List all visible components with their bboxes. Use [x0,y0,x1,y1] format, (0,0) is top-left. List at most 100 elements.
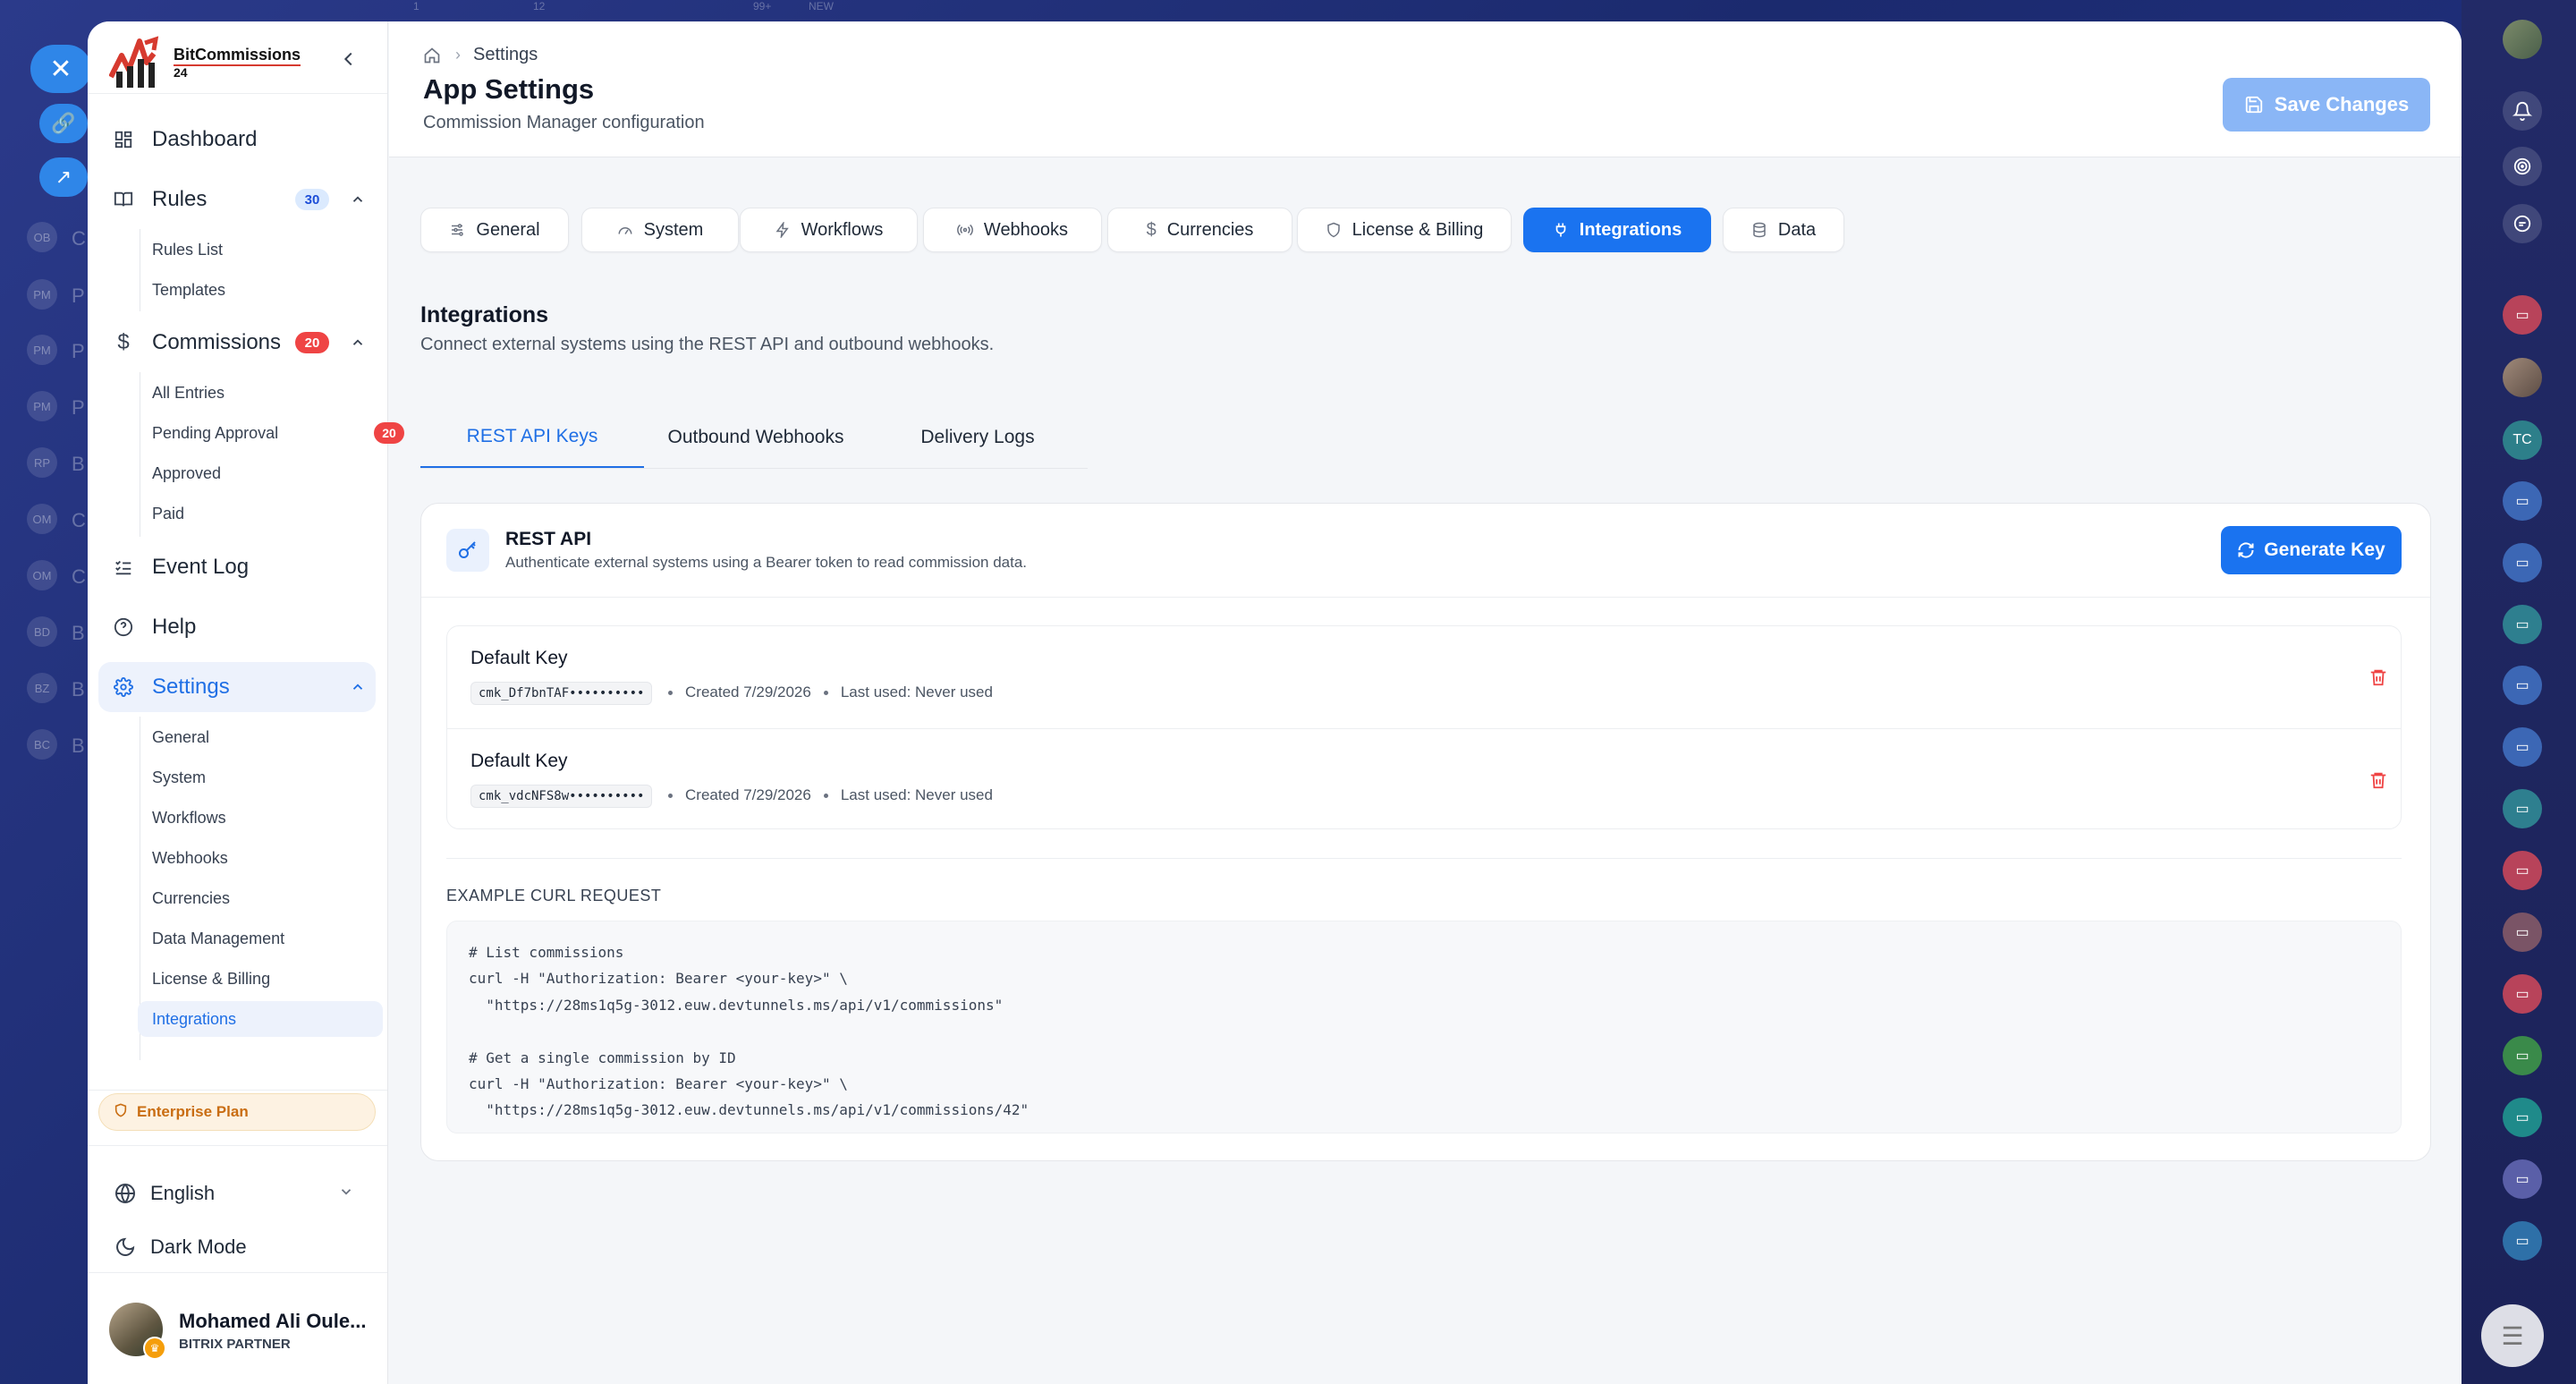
sub-pending-approval[interactable]: Pending Approval 20 [138,415,404,451]
chevron-right-icon: › [455,46,461,64]
bg-avatar: PM P [27,335,85,365]
dot-separator [823,793,828,798]
link-icon[interactable]: 🔗 [39,104,88,143]
video-icon[interactable]: ▭ [2503,974,2542,1014]
user-profile[interactable]: ♛ Mohamed Ali Oule... BITRIX PARTNER [109,1299,377,1362]
chat-icon[interactable] [2503,204,2542,243]
key-code[interactable]: cmk_vdcNFS8w•••••••••• [470,785,653,808]
chevron-up-icon[interactable] [347,676,369,698]
video-icon[interactable]: ▭ [2503,913,2542,952]
sub-workflows[interactable]: Workflows [138,800,383,836]
nav-help[interactable]: Help [98,602,376,652]
tab-currencies[interactable]: $ Currencies [1107,208,1292,252]
nav-label: Rules [152,187,208,211]
video-icon[interactable]: ▭ [2503,851,2542,890]
sidebar: BitCommissions 24 Dashboard Rules 30 Rul… [88,21,404,1384]
key-code[interactable]: cmk_Df7bnTAF•••••••••• [470,682,653,705]
nav-settings[interactable]: Settings [98,662,376,712]
sub-currencies[interactable]: Currencies [138,880,383,916]
generate-key-button[interactable]: Generate Key [2221,526,2402,574]
video-icon[interactable]: ▭ [2503,605,2542,644]
video-icon[interactable]: ▭ [2503,481,2542,521]
plan-badge[interactable]: Enterprise Plan [98,1093,376,1131]
video-icon[interactable]: ▭ [2503,1036,2542,1075]
sub-paid[interactable]: Paid [138,496,383,531]
sub-all-entries[interactable]: All Entries [138,375,383,411]
right-rail: ▭ TC ▭ ▭ ▭ ▭ ▭ ▭ ▭ ▭ ▭ ▭ ▭ ▭ ▭ [2462,0,2576,1384]
nav-commissions[interactable]: $ Commissions 20 [98,318,376,368]
breadcrumb-current: Settings [473,45,538,64]
nav-dashboard[interactable]: Dashboard [98,115,376,165]
example-code-block[interactable]: # List commissions curl -H "Authorizatio… [446,921,2402,1134]
subtab-rest-api-keys[interactable]: REST API Keys [420,406,644,469]
globe-icon [113,1183,138,1204]
chevron-up-icon[interactable] [347,332,369,353]
dark-mode-toggle[interactable]: Dark Mode [113,1229,372,1265]
tab-webhooks[interactable]: Webhooks [923,208,1102,252]
tab-data[interactable]: Data [1723,208,1844,252]
video-icon[interactable]: ▭ [2503,1159,2542,1199]
sub-templates[interactable]: Templates [138,272,383,308]
video-icon[interactable]: ▭ [2503,543,2542,582]
contact-avatar-tc[interactable]: TC [2503,420,2542,460]
crown-icon: ♛ [143,1337,166,1360]
key-meta: Created 7/29/2026 Last used: Never used [656,786,993,804]
key-last-used: Last used: Never used [840,786,993,803]
save-changes-button[interactable]: Save Changes [2223,78,2430,132]
target-icon[interactable] [2503,147,2542,186]
bg-avatar: PM P [27,391,85,421]
sub-license-billing[interactable]: License & Billing [138,961,383,997]
video-icon[interactable]: ▭ [2503,1098,2542,1137]
sub-rules-list[interactable]: Rules List [138,232,383,267]
sub-system[interactable]: System [138,760,383,795]
logo-icon [108,36,172,89]
subtab-delivery-logs[interactable]: Delivery Logs [868,406,1088,469]
save-label: Save Changes [2274,93,2410,115]
tab-integrations[interactable]: Integrations [1523,208,1711,252]
subtab-divider [420,468,1088,469]
subtab-outbound-webhooks[interactable]: Outbound Webhooks [644,406,868,469]
nav-rules[interactable]: Rules 30 [98,174,376,225]
bg-avatar: OM C [27,560,86,590]
home-icon[interactable] [423,46,443,65]
tab-workflows[interactable]: Workflows [740,208,918,252]
language-selector[interactable]: English [113,1176,372,1211]
menu-icon[interactable]: ☰ [2481,1304,2544,1367]
video-icon[interactable]: ▭ [2503,1221,2542,1261]
contact-avatar[interactable] [2503,358,2542,397]
user-avatar[interactable] [2503,20,2542,59]
trash-icon[interactable] [2367,666,2390,689]
key-meta: Created 7/29/2026 Last used: Never used [656,684,993,701]
divider [88,1272,387,1273]
sub-data-management[interactable]: Data Management [138,921,383,956]
video-icon[interactable]: ▭ [2503,666,2542,705]
close-icon[interactable]: ✕ [30,45,91,93]
page-subtitle: Commission Manager configuration [423,113,705,132]
pending-count-badge: 20 [374,422,404,444]
brand-logo[interactable]: BitCommissions 24 [108,36,301,89]
nav-event-log[interactable]: Event Log [98,542,376,592]
dot-separator [668,793,673,798]
chevron-up-icon[interactable] [347,189,369,210]
external-link-icon[interactable]: ↗ [39,157,88,197]
trash-icon[interactable] [2367,768,2390,792]
bolt-icon [775,222,791,238]
tab-system[interactable]: System [581,208,739,252]
sub-webhooks[interactable]: Webhooks [138,840,383,876]
section-title: Integrations [420,302,549,327]
video-icon[interactable]: ▭ [2503,727,2542,767]
bg-badge: 12 [533,0,546,13]
sub-label: Pending Approval [152,423,279,442]
bell-icon[interactable] [2503,91,2542,131]
sub-general[interactable]: General [138,719,383,755]
collapse-sidebar-button[interactable] [335,45,363,73]
divider [421,597,2430,598]
dashboard-icon [113,129,134,150]
video-icon[interactable]: ▭ [2503,295,2542,335]
video-icon[interactable]: ▭ [2503,789,2542,828]
sub-integrations[interactable]: Integrations [138,1001,383,1037]
sub-approved[interactable]: Approved [138,455,383,491]
tab-license-billing[interactable]: License & Billing [1297,208,1512,252]
tab-general[interactable]: General [420,208,569,252]
tab-label: Webhooks [983,219,1069,240]
